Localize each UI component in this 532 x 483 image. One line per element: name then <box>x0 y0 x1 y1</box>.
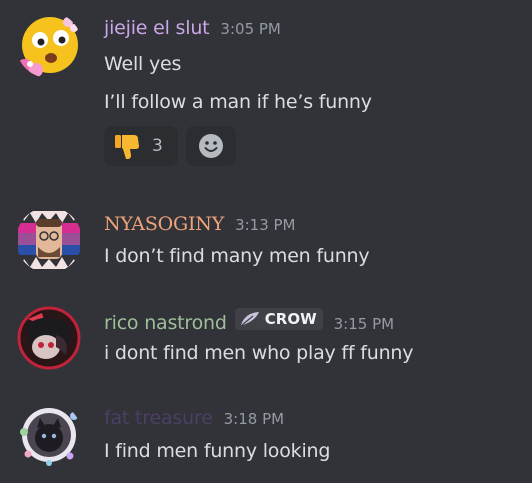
avatar[interactable] <box>16 12 82 78</box>
reaction-thumbs-down[interactable]: 3 <box>104 126 178 166</box>
feather-icon <box>240 312 259 326</box>
avatar[interactable] <box>16 207 82 273</box>
timestamp: 3:18 PM <box>223 410 285 428</box>
message-text: i dont find men who play ff funny <box>104 342 414 364</box>
message-text: I find men funny looking <box>104 440 331 462</box>
avatar[interactable] <box>16 402 82 468</box>
message-text: I’ll follow a man if he’s funny <box>104 91 372 113</box>
timestamp: 3:15 PM <box>333 315 395 333</box>
cat-avatar-icon <box>16 402 82 468</box>
message-text: I don’t find many men funny <box>104 245 370 267</box>
avatar[interactable] <box>16 305 82 371</box>
guild-tag[interactable]: CROW <box>234 308 323 330</box>
reaction-count: 3 <box>152 136 163 156</box>
timestamp: 3:13 PM <box>235 216 296 234</box>
smiley-avatar-icon <box>16 12 82 78</box>
username[interactable]: NYASOGINY <box>104 213 224 235</box>
framed-avatar-icon <box>16 207 82 273</box>
message-text: Well yes <box>104 53 182 75</box>
username[interactable]: rico nastrond <box>104 312 227 334</box>
username[interactable]: jiejie el slut <box>104 17 210 39</box>
username[interactable]: fat treasure <box>104 407 213 429</box>
smiley-face-icon <box>199 134 223 158</box>
add-reaction-button[interactable] <box>186 126 236 166</box>
timestamp: 3:05 PM <box>220 20 281 38</box>
guild-tag-label: CROW <box>264 310 317 328</box>
thumbs-down-icon <box>115 135 139 159</box>
anime-avatar-icon <box>16 305 82 371</box>
